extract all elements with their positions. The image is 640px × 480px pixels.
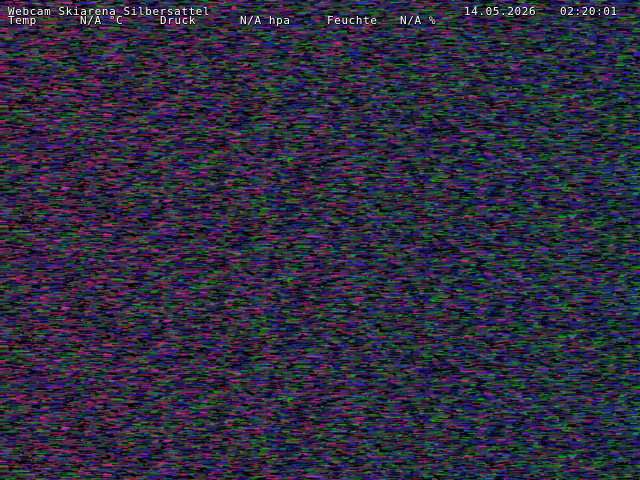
humidity-value: N/A % [400, 14, 437, 27]
humidity-label: Feuchte [327, 14, 378, 27]
webcam-time: 02:20:01 [560, 5, 618, 18]
webcam-frame: Webcam Skiarena Silbersattel 14.05.2026 … [0, 0, 640, 480]
pressure-value: N/A hpa [240, 14, 291, 27]
webcam-date: 14.05.2026 [464, 5, 537, 18]
temperature-label: Temp [8, 14, 37, 27]
webcam-noise-image [0, 0, 640, 480]
pressure-label: Druck [160, 14, 197, 27]
temperature-value: N/A °C [80, 14, 124, 27]
